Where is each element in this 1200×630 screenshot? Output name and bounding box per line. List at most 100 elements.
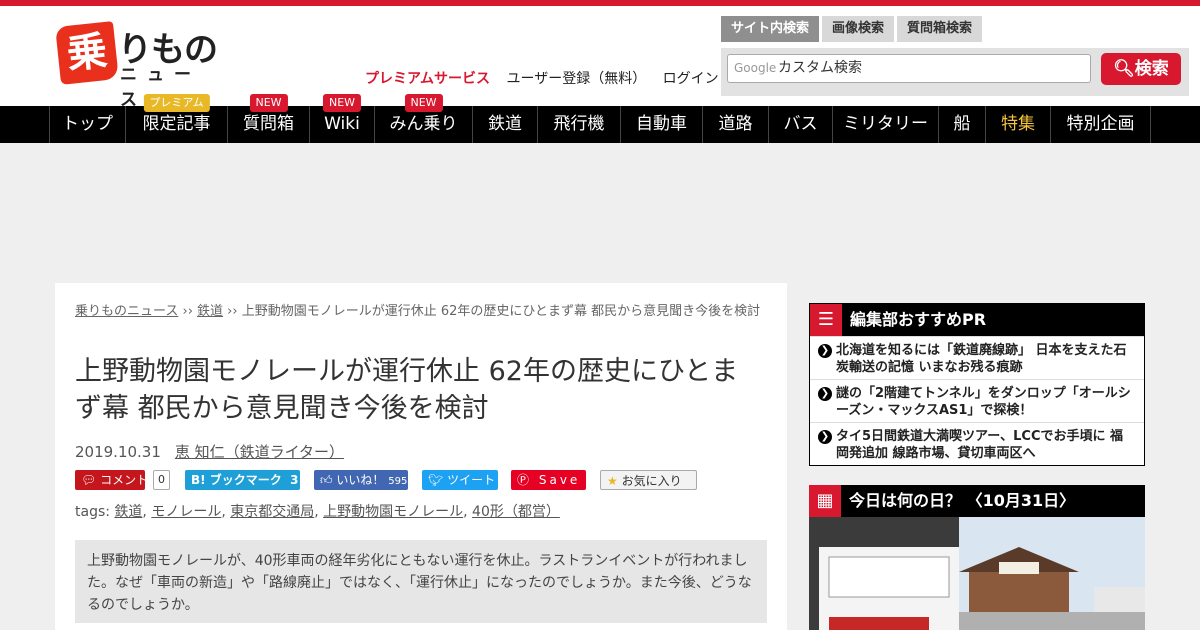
favorite-button[interactable]: ★ お気に入り [600, 470, 697, 490]
article-date: 2019.10.31 [75, 443, 161, 461]
chevron-right-icon: ❯ [818, 430, 832, 444]
twitter-bird-icon: 🐦︎ [428, 473, 444, 487]
tags-prefix: tags: [75, 504, 115, 520]
pinterest-save-button[interactable]: Ⓟ Save [511, 470, 586, 490]
nav-item-limited[interactable]: プレミアム 限定記事 [125, 94, 227, 143]
facebook-like-button[interactable]: 👍︎ いいね！ 595 [314, 470, 408, 490]
nav-item-minnori[interactable]: NEW みん乗り [374, 94, 472, 143]
breadcrumb: 乗りものニュース ›› 鉄道 ›› 上野動物園モノレールが運行休止 62年の歴史… [75, 303, 775, 321]
nav-item-ship[interactable]: 船 [938, 106, 985, 143]
tweet-label: ツイート [447, 473, 496, 487]
nav-item-special-project[interactable]: 特別企画 [1050, 106, 1151, 143]
nav-label: 質問箱 [243, 114, 294, 134]
like-label: いいね！ [336, 473, 385, 487]
nav-label: 特集 [1001, 114, 1035, 134]
nav-label: 船 [953, 114, 971, 134]
social-buttons: 💬︎ コメント 0 B! ブックマーク 3 👍︎ いいね！ 595 🐦︎ ツイー… [75, 470, 775, 490]
nav-item-question[interactable]: NEW 質問箱 [227, 94, 309, 143]
search-button-label: 検索 [1134, 59, 1169, 79]
comment-icon: 💬︎ [81, 473, 97, 487]
nav-label: 特別企画 [1066, 114, 1135, 134]
login-link[interactable]: ログイン [663, 71, 719, 87]
breadcrumb-separator: ›› [223, 304, 242, 319]
recommend-item[interactable]: ❯ 北海道を知るには「鉄道廃線跡」 日本を支えた石炭輸送の記憶 いまなお残る痕跡 [810, 336, 1144, 379]
new-badge: NEW [249, 94, 288, 112]
calendar-icon: ▦ [809, 485, 841, 517]
tab-site-search[interactable]: サイト内検索 [721, 16, 820, 42]
recommend-item[interactable]: ❯ 謎の「2階建てトンネル」をダンロップ「オールシーズン・マックスAS1」で探検… [810, 379, 1144, 422]
site-header: 乗 りもの ニュース プレミアムサービス ユーザー登録（無料） ログイン サイト… [0, 6, 1200, 110]
recommend-header: ☰ 編集部おすすめPR [810, 304, 1144, 336]
search-tabs: サイト内検索 画像検索 質問箱検索 [721, 16, 985, 42]
pin-label: Save [538, 473, 581, 487]
tag-link[interactable]: 東京都交通局 [230, 504, 314, 520]
nav-label: バス [783, 114, 818, 134]
article-main: 乗りものニュース ›› 鉄道 ›› 上野動物園モノレールが運行休止 62年の歴史… [55, 283, 787, 630]
breadcrumb-category[interactable]: 鉄道 [197, 304, 223, 319]
tag-link[interactable]: 40形（都営） [472, 504, 560, 520]
search-box: Google カスタム検索 🔍︎検索 [721, 48, 1189, 96]
like-count: 595 [388, 476, 408, 487]
today-header: ▦ 今日は何の日？ 〈10月31日〉 [809, 485, 1145, 517]
today-title: 今日は何の日？ 〈10月31日〉 [849, 491, 1076, 510]
article-meta: 2019.10.31 恵 知仁（鉄道ライター） [75, 441, 344, 462]
hatena-label: B! ブックマーク [191, 473, 282, 487]
recommend-box: ☰ 編集部おすすめPR ❯ 北海道を知るには「鉄道廃線跡」 日本を支えた石炭輸送… [809, 303, 1145, 466]
main-nav: トップ プレミアム 限定記事 NEW 質問箱 NEW Wiki NEW みん乗り 鉄道 … [0, 94, 1200, 143]
article-summary: 上野動物園モノレールが、40形車両の経年劣化にともない運行を休止。ラストランイベ… [75, 540, 767, 623]
premium-service-link[interactable]: プレミアムサービス [365, 71, 490, 87]
nav-label: Wiki [324, 114, 360, 134]
article-author[interactable]: 恵 知仁（鉄道ライター） [175, 443, 344, 461]
comment-button[interactable]: 💬︎ コメント [75, 470, 149, 490]
nav-label: 自動車 [636, 114, 687, 134]
comment-label: コメント [100, 473, 149, 487]
article-tags: tags: 鉄道, モノレール, 東京都交通局, 上野動物園モノレール, 40形… [75, 504, 560, 520]
station-photo-illustration [809, 517, 1145, 630]
recommend-title: 編集部おすすめPR [850, 310, 987, 329]
site-logo[interactable]: 乗 りもの ニュース [55, 21, 223, 110]
search-input[interactable]: Google カスタム検索 [727, 54, 1091, 83]
nav-label: トップ [62, 114, 113, 134]
pinterest-icon: Ⓟ [517, 473, 533, 487]
tag-link[interactable]: モノレール [151, 504, 221, 520]
nav-item-wiki[interactable]: NEW Wiki [309, 94, 374, 143]
logo-mark: 乗 [55, 21, 119, 85]
user-links: プレミアムサービス ユーザー登録（無料） ログイン [365, 68, 731, 88]
star-icon: ★ [607, 474, 618, 488]
register-link[interactable]: ユーザー登録（無料） [506, 71, 646, 87]
nav-item-road[interactable]: 道路 [702, 106, 768, 143]
breadcrumb-home[interactable]: 乗りものニュース [75, 304, 178, 319]
chevron-right-icon: ❯ [818, 387, 832, 401]
nav-item-airplane[interactable]: 飛行機 [537, 106, 620, 143]
hatena-bookmark-button[interactable]: B! ブックマーク 3 [185, 470, 300, 490]
tab-image-search[interactable]: 画像検索 [822, 16, 895, 42]
nav-item-railway[interactable]: 鉄道 [472, 106, 537, 143]
nav-item-top[interactable]: トップ [49, 106, 125, 143]
nav-label: 鉄道 [488, 114, 522, 134]
search-icon: 🔍︎ [1113, 59, 1135, 79]
recommend-item[interactable]: ❯ タイ5日間鉄道大満喫ツアー、LCCでお手頃に 福岡発追加 線路市場、貸切車両… [810, 422, 1144, 465]
chevron-right-icon: ❯ [818, 344, 832, 358]
tweet-button[interactable]: 🐦︎ ツイート [422, 470, 498, 490]
nav-item-car[interactable]: 自動車 [620, 106, 702, 143]
hatena-count: 3 [290, 473, 299, 487]
tag-link[interactable]: 上野動物園モノレール [323, 504, 463, 520]
tag-link[interactable]: 鉄道 [114, 504, 142, 520]
comment-count: 0 [153, 470, 170, 490]
nav-item-military[interactable]: ミリタリー [832, 106, 938, 143]
nav-label: 道路 [718, 114, 753, 134]
thumbs-up-icon: 👍︎ [320, 473, 333, 487]
new-badge: NEW [404, 94, 443, 112]
nav-label: ミリタリー [843, 114, 928, 134]
list-icon: ☰ [810, 304, 842, 336]
today-photo[interactable] [809, 517, 1145, 630]
article-title: 上野動物園モノレールが運行休止 62年の歴史にひとまず幕 都民から意見聞き今後を… [75, 356, 739, 424]
nav-item-feature[interactable]: 特集 [985, 106, 1050, 143]
search-button[interactable]: 🔍︎検索 [1101, 53, 1181, 85]
breadcrumb-current: 上野動物園モノレールが運行休止 62年の歴史にひとまず幕 都民から意見聞き今後を… [241, 304, 761, 319]
tab-question-search[interactable]: 質問箱検索 [897, 16, 983, 42]
nav-item-bus[interactable]: バス [768, 106, 832, 143]
recommend-item-text: タイ5日間鉄道大満喫ツアー、LCCでお手頃に 福岡発追加 線路市場、貸切車両区へ [836, 429, 1124, 461]
today-box: ▦ 今日は何の日？ 〈10月31日〉 [809, 485, 1145, 630]
premium-badge: プレミアム [143, 94, 210, 112]
